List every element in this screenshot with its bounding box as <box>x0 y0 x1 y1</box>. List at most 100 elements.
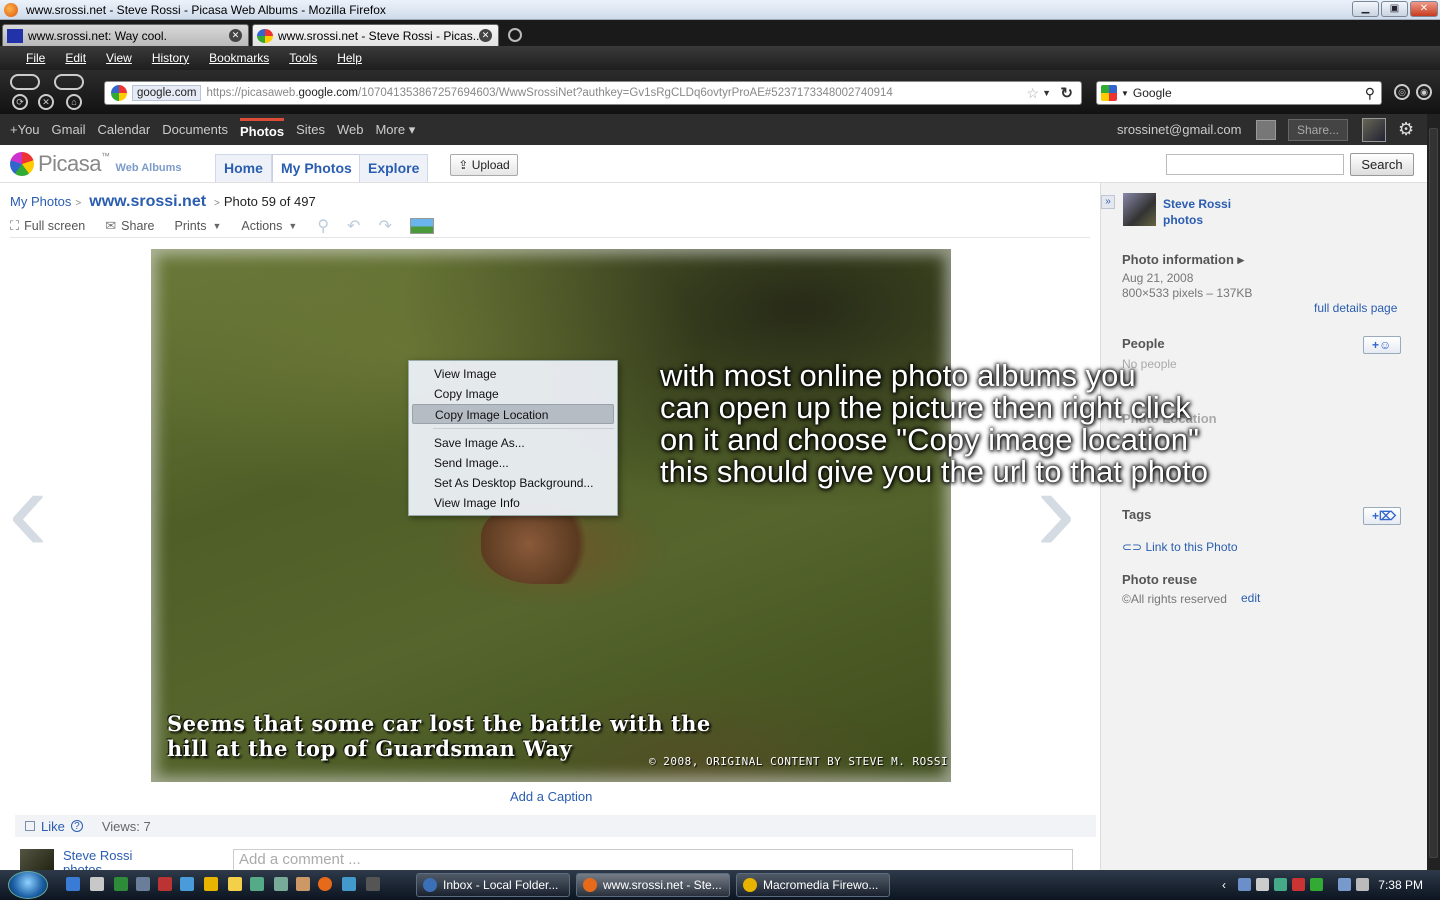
set-album-cover-icon[interactable] <box>409 217 434 234</box>
context-send-image[interactable]: Send Image... <box>409 453 617 473</box>
notifications-icon[interactable] <box>1256 119 1276 140</box>
reload-icon[interactable]: ⟳ <box>12 94 28 110</box>
rotate-right-icon[interactable]: ↷ <box>378 216 391 236</box>
account-avatar[interactable] <box>1362 117 1386 142</box>
volume-icon[interactable] <box>1356 878 1369 891</box>
search-icon[interactable]: ⚲ <box>1365 85 1375 102</box>
close-button[interactable]: ✕ <box>1410 1 1438 17</box>
tab-picasa[interactable]: www.srossi.net - Steve Rossi - Picas... … <box>252 24 499 46</box>
addon-icon-2[interactable]: ◉ <box>1416 84 1432 100</box>
gbar-gmail[interactable]: Gmail <box>52 122 86 137</box>
gbar-photos[interactable]: Photos <box>240 117 285 139</box>
scrollbar-thumb[interactable] <box>1429 128 1438 858</box>
address-bar[interactable]: google.com https://picasaweb.google.com/… <box>104 81 1082 105</box>
search-bar[interactable]: ▼ Google ⚲ <box>1096 81 1382 105</box>
firefox-quicklaunch-icon[interactable] <box>318 877 332 891</box>
share-photo-button[interactable]: ✉ Share <box>105 218 154 234</box>
identity-domain[interactable]: google.com <box>132 85 202 101</box>
tab-way-cool[interactable]: www.srossi.net: Way cool. ✕ <box>2 24 249 46</box>
taskbar-firefox[interactable]: www.srossi.net - Ste... <box>576 873 730 897</box>
prints-menu[interactable]: Prints ▼ <box>175 219 222 233</box>
tab-close-icon[interactable]: ✕ <box>229 29 242 42</box>
addon-icon[interactable]: ◎ <box>1394 84 1410 100</box>
folder-icon[interactable] <box>228 877 242 891</box>
context-view-image-info[interactable]: View Image Info <box>409 493 617 513</box>
tray-icon-3[interactable] <box>1274 878 1287 891</box>
go-reload-icon[interactable]: ↻ <box>1060 84 1073 102</box>
gbar-documents[interactable]: Documents <box>162 122 228 137</box>
tab-my-photos[interactable]: My Photos <box>272 154 361 182</box>
url-text[interactable]: https://picasaweb.google.com/10704135386… <box>206 87 892 99</box>
gear-icon[interactable]: ⚙ <box>1398 119 1414 140</box>
context-save-image-as[interactable]: Save Image As... <box>409 433 617 453</box>
url-dropdown-icon[interactable]: ▼ <box>1042 88 1051 98</box>
forward-button[interactable] <box>54 74 84 90</box>
back-button[interactable] <box>10 74 40 90</box>
tray-icon-2[interactable] <box>1256 878 1269 891</box>
breadcrumb-my-photos[interactable]: My Photos <box>10 194 71 209</box>
add-people-button[interactable]: +☺ <box>1363 336 1401 354</box>
start-button[interactable] <box>8 871 48 899</box>
tray-expand-icon[interactable]: ‹ <box>1222 878 1235 892</box>
picasa-logo[interactable]: Picasa™ Web Albums <box>10 151 182 177</box>
menu-file[interactable]: File <box>26 51 45 65</box>
share-button[interactable]: Share... <box>1288 118 1348 141</box>
add-tag-button[interactable]: +⌦ <box>1363 507 1401 525</box>
gbar-web[interactable]: Web <box>337 122 364 137</box>
network-icon[interactable] <box>1338 878 1351 891</box>
app-icon-5[interactable] <box>366 877 380 891</box>
upload-button[interactable]: ⇪ Upload <box>450 154 518 176</box>
app-icon-3[interactable] <box>274 877 288 891</box>
tab-close-icon[interactable]: ✕ <box>479 29 492 42</box>
gbar-you[interactable]: +You <box>10 122 40 137</box>
app-icon-2[interactable] <box>250 877 264 891</box>
like-button[interactable]: Like <box>41 819 65 834</box>
breadcrumb-album[interactable]: www.srossi.net <box>89 193 206 211</box>
rotate-left-icon[interactable]: ↶ <box>347 216 360 236</box>
tab-home[interactable]: Home <box>215 154 272 182</box>
app-icon-4[interactable] <box>296 877 310 891</box>
context-copy-image[interactable]: Copy Image <box>409 384 617 404</box>
fullscreen-button[interactable]: ⛶ Full screen <box>10 218 85 234</box>
show-desktop-icon[interactable] <box>66 877 80 891</box>
edit-rights-link[interactable]: edit <box>1241 591 1260 605</box>
add-caption-link[interactable]: Add a Caption <box>510 789 592 804</box>
ie-icon[interactable] <box>180 877 194 891</box>
menu-history[interactable]: History <box>152 51 189 65</box>
clock[interactable]: 7:38 PM <box>1378 878 1423 892</box>
collapse-sidebar-icon[interactable]: » <box>1101 195 1115 209</box>
full-details-link[interactable]: full details page <box>1314 301 1397 315</box>
menu-bookmarks[interactable]: Bookmarks <box>209 51 269 65</box>
menu-help[interactable]: Help <box>337 51 362 65</box>
maximize-button[interactable]: ▣ <box>1381 1 1408 17</box>
bridge-icon[interactable] <box>158 877 172 891</box>
page-scrollbar[interactable] <box>1427 114 1440 870</box>
search-engine-icon[interactable] <box>1101 85 1117 101</box>
owner-avatar[interactable] <box>1123 193 1156 226</box>
gbar-calendar[interactable]: Calendar <box>97 122 150 137</box>
photo-information-heading[interactable]: Photo information ▸ <box>1122 252 1244 268</box>
excel-icon[interactable] <box>114 877 128 891</box>
context-set-desktop-background[interactable]: Set As Desktop Background... <box>409 473 617 493</box>
new-tab-icon[interactable] <box>508 28 522 42</box>
gbar-sites[interactable]: Sites <box>296 122 325 137</box>
context-view-image[interactable]: View Image <box>409 364 617 384</box>
owner-link[interactable]: Steve Rossi photos <box>1163 196 1231 228</box>
tray-icon-1[interactable] <box>1238 878 1251 891</box>
previous-photo-arrow-icon[interactable]: ‹ <box>8 450 48 570</box>
zoom-icon[interactable]: ⚲ <box>317 216 329 236</box>
commenter-avatar[interactable] <box>20 849 54 871</box>
tray-icon-5[interactable] <box>1310 878 1323 891</box>
site-identity-icon[interactable] <box>111 85 127 101</box>
fireworks-icon[interactable] <box>204 877 218 891</box>
account-email[interactable]: srossinet@gmail.com <box>1117 122 1241 137</box>
taskbar-thunderbird[interactable]: Inbox - Local Folder... <box>416 873 570 897</box>
bookmark-star-icon[interactable]: ☆ <box>1026 85 1039 102</box>
app-icon[interactable] <box>136 877 150 891</box>
help-icon[interactable]: ? <box>70 820 83 832</box>
tray-icon-4[interactable] <box>1292 878 1305 891</box>
taskbar-fireworks[interactable]: Macromedia Firewo... <box>736 873 890 897</box>
menu-view[interactable]: View <box>106 51 132 65</box>
like-checkbox[interactable] <box>25 821 35 831</box>
menu-tools[interactable]: Tools <box>289 51 317 65</box>
